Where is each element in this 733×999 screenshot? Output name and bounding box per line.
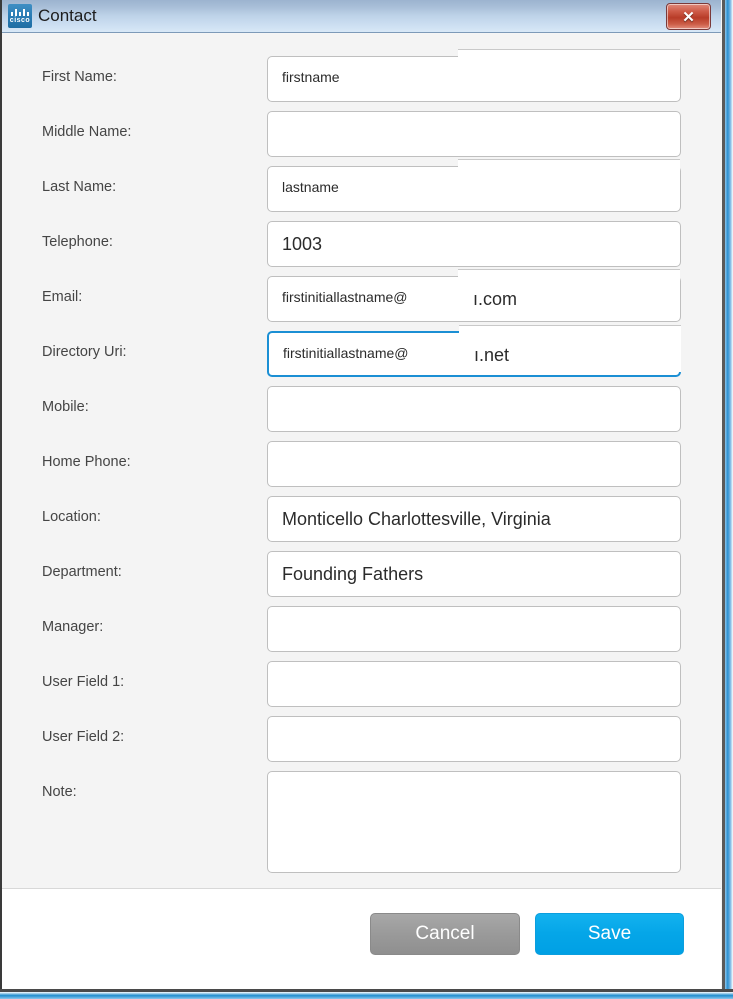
text-input[interactable]: firstinitiallastname@ ı.com [267,269,681,322]
window-edge-highlight-right [725,0,733,999]
window-border-right [722,0,725,999]
field-label: Directory Uri: [42,344,127,360]
field-value: firstinitiallastname@ [283,345,409,361]
field-label: User Field 2: [42,729,125,745]
text-input[interactable] [267,386,681,432]
field-value-suffix: ı.net [474,345,510,365]
window-edge-highlight-bottom [0,992,733,999]
text-input[interactable] [267,111,681,157]
field-value: Monticello Charlottesville, Virginia [282,509,551,529]
field-value: Founding Fathers [282,564,424,584]
field-label: Telephone: [42,234,113,250]
form-row: Telephone: 1003 [2,221,721,276]
cisco-wordmark: cisco [9,17,31,24]
form-row: First Name: firstname [2,49,721,111]
field-value: 1003 [282,234,323,254]
form-row: Manager: [2,606,721,661]
text-input[interactable]: firstinitiallastname@ ı.net [267,325,681,377]
field-label: Home Phone: [42,454,131,470]
text-input[interactable] [267,606,681,652]
cancel-button[interactable]: Cancel [370,913,520,955]
field-label: Department: [42,564,122,580]
form-row: User Field 1: [2,661,721,716]
text-input[interactable]: Monticello Charlottesville, Virginia [267,496,681,542]
contact-form: First Name: firstname Middle Name: Last Nam… [2,34,721,889]
field-label: Email: [42,289,83,305]
text-input[interactable]: 1003 [267,221,681,267]
text-input[interactable] [267,441,681,487]
field-label: Manager: [42,619,104,635]
cisco-bars-icon [11,8,29,16]
field-label: First Name: [42,69,117,85]
field-value: firstname [282,69,340,85]
text-input[interactable]: Founding Fathers [267,551,681,597]
form-row: Home Phone: [2,441,721,496]
close-button[interactable]: ✕ [666,3,711,30]
form-row: Directory Uri: firstinitiallastname@ ı.net [2,325,721,386]
contact-dialog-window: cisco Contact ✕ First Name: firstname Midd… [0,0,733,999]
field-label: Note: [42,784,77,800]
form-row: Last Name: lastname [2,159,721,221]
close-icon: ✕ [682,8,695,26]
form-row: Middle Name: [2,111,721,166]
redaction-overlay [458,49,680,96]
field-label: Middle Name: [42,124,132,140]
field-label: Last Name: [42,179,117,195]
form-row: Location: Monticello Charlottesville, Vir… [2,496,721,551]
text-input[interactable] [267,716,681,762]
cisco-logo-icon: cisco [8,4,32,28]
form-row: Department: Founding Fathers [2,551,721,606]
form-row: Mobile: [2,386,721,441]
dialog-footer: Cancel Save [2,889,721,989]
form-row: User Field 2: [2,716,721,771]
field-value-suffix: ı.com [473,289,518,309]
field-value: lastname [282,179,339,195]
save-button[interactable]: Save [535,913,684,955]
field-label: Location: [42,509,101,525]
form-row: Note: [2,771,721,883]
window-title: Contact [38,6,97,25]
note-textarea[interactable] [267,771,681,873]
text-input[interactable]: firstname [267,49,681,102]
field-label: Mobile: [42,399,89,415]
text-input[interactable] [267,661,681,707]
form-row: Email: firstinitiallastname@ ı.com [2,269,721,331]
field-value: firstinitiallastname@ [282,289,408,305]
text-input[interactable]: lastname [267,159,681,212]
field-label: User Field 1: [42,674,125,690]
title-bar: cisco Contact ✕ [2,0,721,33]
redaction-overlay [458,159,680,206]
window-border-bottom [0,989,733,992]
